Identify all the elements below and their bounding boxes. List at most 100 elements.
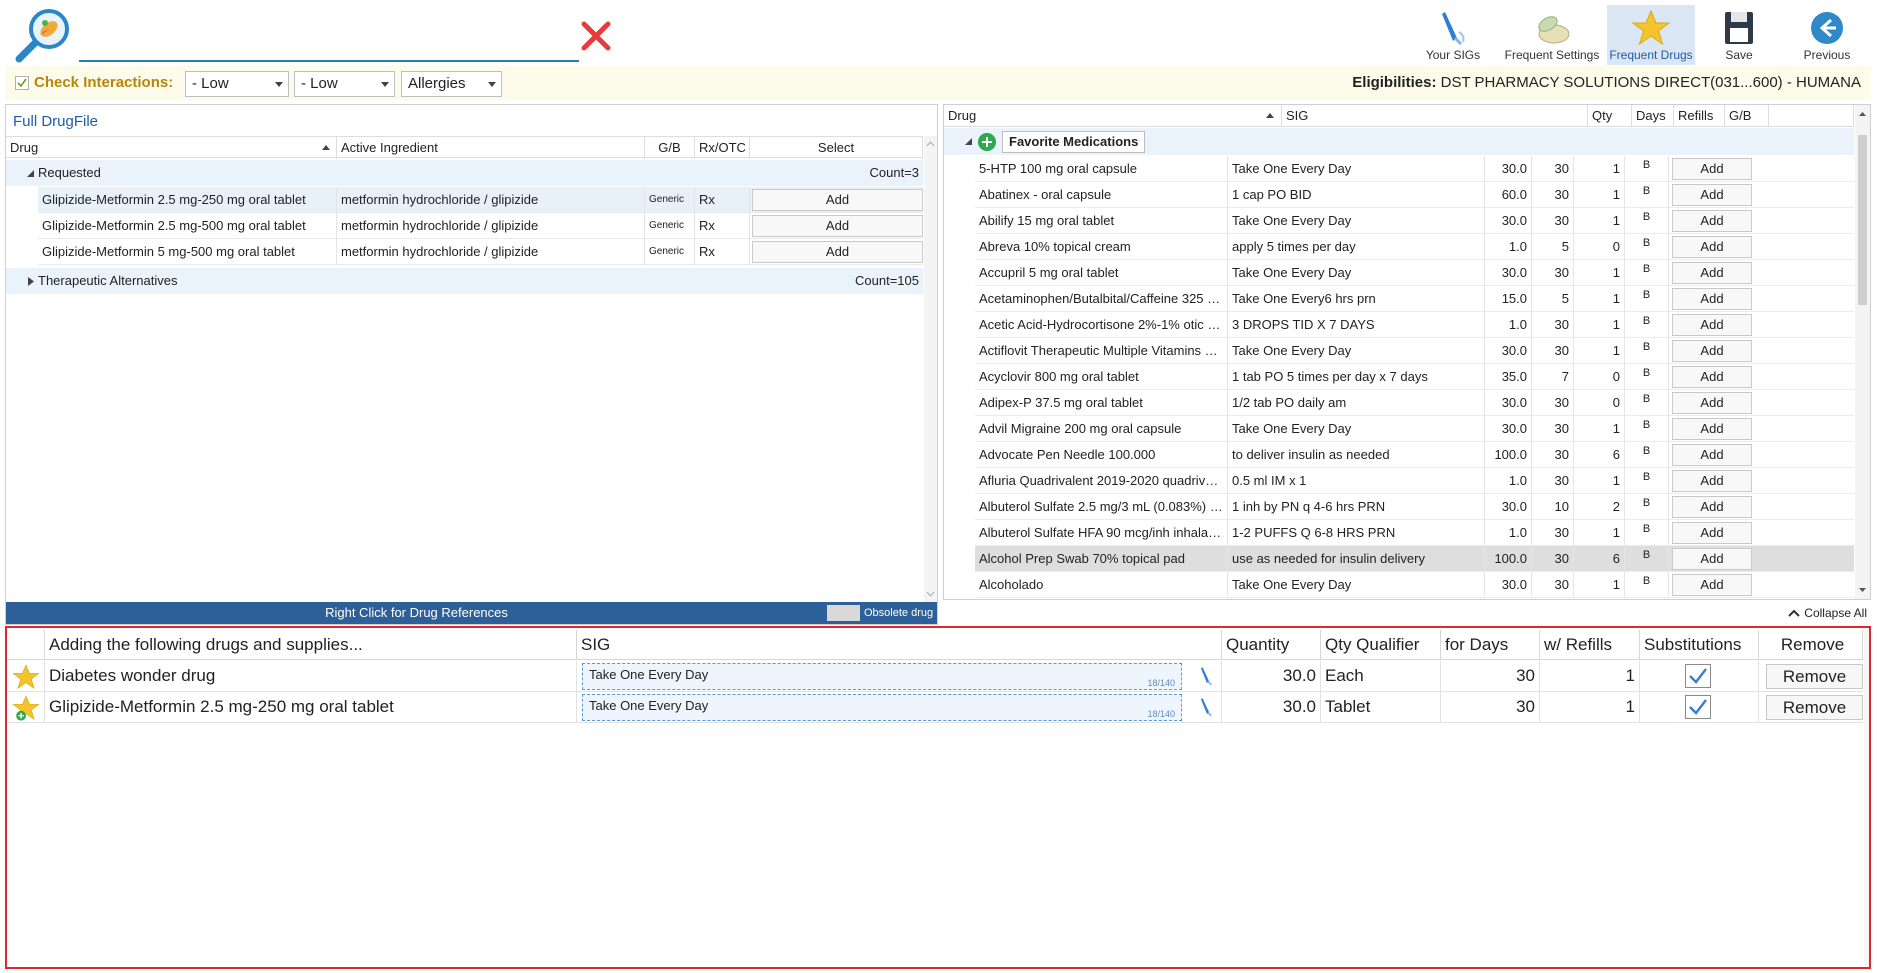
favorite-row[interactable]: Advocate Pen Needle 100.000 to deliver in… [975,442,1854,468]
previous-button[interactable]: Previous [1783,5,1871,65]
col-refills[interactable]: Refills [1674,105,1725,127]
frequent-drugs-button[interactable]: Frequent Drugs [1607,5,1695,65]
interaction-severity-select-1[interactable]: - Low [185,71,289,97]
for-days[interactable]: 30 [1441,692,1540,723]
clear-search-icon[interactable] [579,19,613,53]
scroll-down-icon[interactable] [1855,585,1870,595]
col-drug[interactable]: Drug [944,105,1282,127]
add-button[interactable]: Add [1672,262,1752,284]
favorite-row[interactable]: Acetaminophen/Butalbital/Caffeine 325 mg… [975,286,1854,312]
add-favorite-icon[interactable] [978,133,996,151]
col-days[interactable]: Days [1632,105,1674,127]
add-button[interactable]: Add [1672,522,1752,544]
sig-input[interactable]: Take One Every Day 18/140 [582,663,1182,690]
pen-icon[interactable] [1196,696,1218,718]
col-gb[interactable]: G/B [1725,105,1769,127]
refills[interactable]: 1 [1540,661,1640,692]
col-days-label: for Days [1445,635,1509,654]
drug-references-footer[interactable]: Right Click for Drug References Obsolete… [6,602,937,624]
favorite-row[interactable]: Alcoholado Take One Every Day 30.0 30 1 B Add [975,572,1854,598]
favorite-row[interactable]: Alcohol Prep Swab 70% topical pad use as … [975,546,1854,572]
col-select[interactable]: Select [750,137,923,159]
allergies-select[interactable]: Allergies [401,71,502,97]
collapse-all-button[interactable]: Collapse All [1787,606,1867,620]
favorite-row[interactable]: 5-HTP 100 mg oral capsule Take One Every … [975,156,1854,182]
favorite-row[interactable]: Actiflovit Therapeutic Multiple Vitamins… [975,338,1854,364]
therapeutic-alternatives-group[interactable]: Therapeutic Alternatives Count=105 [6,268,923,294]
qty-qualifier[interactable]: Each [1321,661,1441,692]
favorite-row[interactable]: Abreva 10% topical cream apply 5 times pe… [975,234,1854,260]
favorite-row[interactable]: Abilify 15 mg oral tablet Take One Every … [975,208,1854,234]
right-grid-scrollbar[interactable] [1855,105,1870,599]
selected-drug-row[interactable]: Diabetes wonder drug Take One Every Day … [7,661,1863,692]
scroll-up-icon[interactable] [924,139,937,149]
add-button[interactable]: Add [1672,210,1752,232]
drugfile-row[interactable]: Glipizide-Metformin 2.5 mg-250 mg oral t… [38,187,923,213]
save-button[interactable]: Save [1695,5,1783,65]
add-button[interactable]: Add [1672,496,1752,518]
favorite-row[interactable]: Adipex-P 37.5 mg oral tablet 1/2 tab PO d… [975,390,1854,416]
quantity[interactable]: 30.0 [1222,661,1321,692]
add-button[interactable]: Add [1672,444,1752,466]
favorite-medications-group[interactable]: Favorite Medications [944,128,1854,155]
remove-button[interactable]: Remove [1766,695,1863,720]
col-gb[interactable]: G/B [645,137,695,159]
scroll-down-icon[interactable] [924,589,937,599]
substitutions-checkbox[interactable] [1685,664,1711,688]
quantity[interactable]: 30.0 [1222,692,1321,723]
add-button[interactable]: Add [752,241,923,263]
severity-2-value: - Low [301,75,338,92]
add-button[interactable]: Add [1672,366,1752,388]
favorite-row[interactable]: Acetic Acid-Hydrocortisone 2%-1% otic so… [975,312,1854,338]
add-button[interactable]: Add [1672,392,1752,414]
add-button[interactable]: Add [1672,184,1752,206]
add-button[interactable]: Add [752,189,923,211]
col-rxotc[interactable]: Rx/OTC [695,137,750,159]
bottom-scrollbar[interactable] [1864,628,1869,967]
pen-icon[interactable] [1196,665,1218,687]
for-days[interactable]: 30 [1441,661,1540,692]
col-drug[interactable]: Drug [6,137,337,159]
generic-brand: Generic [645,187,695,213]
favorite-row[interactable]: Albuterol Sulfate HFA 90 mcg/inh inhalat… [975,520,1854,546]
favorite-row[interactable]: Albuterol Sulfate 2.5 mg/3 mL (0.083%) i… [975,494,1854,520]
favorite-row[interactable]: Afluria Quadrivalent 2019-2020 quadrival… [975,468,1854,494]
add-button[interactable]: Add [1672,236,1752,258]
selected-drug-row[interactable]: Glipizide-Metformin 2.5 mg-250 mg oral t… [7,692,1863,723]
full-drugfile-title[interactable]: Full DrugFile [13,113,98,130]
your-sigs-button[interactable]: Your SIGs [1409,5,1497,65]
favorite-row[interactable]: Accupril 5 mg oral tablet Take One Every … [975,260,1854,286]
add-button[interactable]: Add [1672,574,1752,596]
add-button[interactable]: Add [1672,340,1752,362]
add-button[interactable]: Add [1672,288,1752,310]
col-qty[interactable]: Qty [1588,105,1632,127]
drug-search-input[interactable] [79,23,579,57]
add-button[interactable]: Add [1672,314,1752,336]
remove-button[interactable]: Remove [1766,664,1863,689]
qty-qualifier[interactable]: Tablet [1321,692,1441,723]
drugfile-row[interactable]: Glipizide-Metformin 2.5 mg-500 mg oral t… [38,213,923,239]
interaction-severity-select-2[interactable]: - Low [294,71,395,97]
drugfile-row[interactable]: Glipizide-Metformin 5 mg-500 mg oral tab… [38,239,923,265]
add-button[interactable]: Add [1672,158,1752,180]
requested-group[interactable]: Requested Count=3 [6,160,923,186]
refills[interactable]: 1 [1540,692,1640,723]
favorite-row[interactable]: Acyclovir 800 mg oral tablet 1 tab PO 5 t… [975,364,1854,390]
qty: 30.0 [1485,572,1532,598]
add-button[interactable]: Add [1672,470,1752,492]
left-grid-scrollbar[interactable] [924,136,937,602]
sig: use as needed for insulin delivery [1228,546,1485,572]
add-button[interactable]: Add [1672,418,1752,440]
favorite-row[interactable]: Advil Migraine 200 mg oral capsule Take O… [975,416,1854,442]
favorite-row[interactable]: Abatinex - oral capsule 1 cap PO BID 60.0 3… [975,182,1854,208]
scroll-up-icon[interactable] [1855,109,1870,119]
col-ingredient[interactable]: Active Ingredient [337,137,645,159]
frequent-settings-button[interactable]: Frequent Settings [1497,5,1607,65]
scroll-thumb[interactable] [1858,135,1867,305]
col-sig[interactable]: SIG [1282,105,1588,127]
substitutions-checkbox[interactable] [1685,695,1711,719]
add-button[interactable]: Add [752,215,923,237]
add-button[interactable]: Add [1672,548,1752,570]
check-interactions-checkbox[interactable] [15,76,29,90]
sig-input[interactable]: Take One Every Day 18/140 [582,694,1182,721]
